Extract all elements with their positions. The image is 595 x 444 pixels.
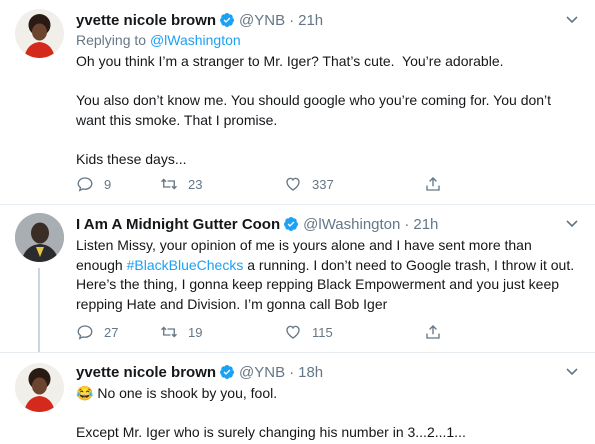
tweet-header: yvette nicole brown @YNB · 21h bbox=[76, 10, 581, 30]
separator-dot: · bbox=[289, 11, 295, 29]
display-name[interactable]: I Am A Midnight Gutter Coon bbox=[76, 216, 280, 233]
separator-dot: · bbox=[404, 215, 410, 233]
like-icon bbox=[286, 177, 300, 191]
avatar[interactable] bbox=[15, 363, 64, 412]
timestamp[interactable]: 21h bbox=[413, 216, 438, 233]
tweet-text-part: No one is shook by you, fool. Except Mr.… bbox=[76, 385, 466, 440]
display-name[interactable]: yvette nicole brown bbox=[76, 12, 216, 29]
verified-badge-icon bbox=[220, 365, 235, 379]
tweet-1[interactable]: yvette nicole brown @YNB · 21h Replying … bbox=[0, 0, 595, 204]
tweet-text: Oh you think I’m a stranger to Mr. Iger?… bbox=[76, 53, 552, 167]
avatar[interactable] bbox=[15, 213, 64, 262]
replying-to-label: Replying to bbox=[76, 32, 147, 48]
chevron-down-icon[interactable] bbox=[565, 12, 579, 26]
reply-count: 9 bbox=[104, 176, 112, 192]
reply-button[interactable]: 9 bbox=[76, 175, 154, 193]
laughing-emoji: 😂 bbox=[76, 385, 94, 401]
separator-dot: · bbox=[289, 363, 295, 381]
share-button[interactable] bbox=[424, 175, 442, 193]
retweet-count: 19 bbox=[188, 324, 203, 340]
share-button[interactable] bbox=[424, 323, 442, 341]
handle[interactable]: @lWashington bbox=[303, 216, 400, 233]
tweet-text: Listen Missy, your opinion of me is your… bbox=[76, 236, 581, 314]
verified-badge-icon bbox=[284, 217, 299, 231]
tweet-2[interactable]: I Am A Midnight Gutter Coon @lWashington… bbox=[0, 204, 595, 353]
retweet-button[interactable]: 19 bbox=[160, 323, 272, 341]
thread-connector bbox=[38, 268, 40, 353]
retweet-button[interactable]: 23 bbox=[160, 175, 272, 193]
display-name[interactable]: yvette nicole brown bbox=[76, 364, 216, 381]
tweet-3[interactable]: yvette nicole brown @YNB · 18h 😂 No one … bbox=[0, 352, 595, 444]
share-icon bbox=[426, 325, 440, 339]
like-button[interactable]: 115 bbox=[284, 323, 414, 341]
like-count: 115 bbox=[312, 324, 333, 340]
timestamp[interactable]: 18h bbox=[298, 364, 323, 381]
handle[interactable]: @YNB bbox=[239, 12, 285, 29]
replying-to: Replying to @lWashington bbox=[76, 31, 581, 50]
tweet-header: yvette nicole brown @YNB · 18h bbox=[76, 362, 581, 382]
retweet-count: 23 bbox=[188, 176, 203, 192]
reply-icon bbox=[77, 325, 93, 340]
verified-badge-icon bbox=[220, 13, 235, 27]
hashtag-link[interactable]: #BlackBlueChecks bbox=[127, 257, 244, 273]
chevron-down-icon[interactable] bbox=[565, 364, 579, 378]
reply-count: 27 bbox=[104, 324, 119, 340]
tweet-actions: 27 19 115 bbox=[76, 322, 506, 342]
reply-button[interactable]: 27 bbox=[76, 323, 154, 341]
like-count: 337 bbox=[312, 176, 334, 192]
tweet-header: I Am A Midnight Gutter Coon @lWashington… bbox=[76, 214, 581, 234]
tweet-actions: 9 23 337 bbox=[76, 174, 506, 194]
mention-link[interactable]: @lWashington bbox=[150, 32, 241, 48]
like-button[interactable]: 337 bbox=[284, 175, 414, 193]
chevron-down-icon[interactable] bbox=[565, 216, 579, 230]
share-icon bbox=[426, 177, 440, 191]
reply-icon bbox=[77, 177, 93, 192]
retweet-icon bbox=[161, 326, 177, 338]
retweet-icon bbox=[161, 178, 177, 190]
tweet-text: 😂 No one is shook by you, fool. Except M… bbox=[76, 384, 581, 443]
like-icon bbox=[286, 325, 300, 339]
handle[interactable]: @YNB bbox=[239, 364, 285, 381]
avatar[interactable] bbox=[15, 9, 64, 58]
timestamp[interactable]: 21h bbox=[298, 12, 323, 29]
